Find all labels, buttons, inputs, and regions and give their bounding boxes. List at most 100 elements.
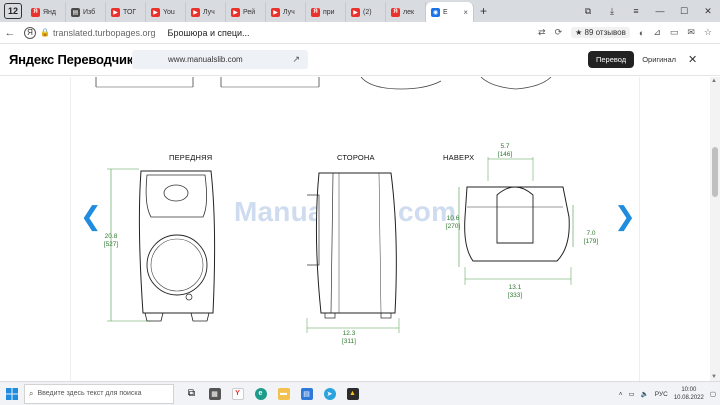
original-button[interactable]: Оригинал — [634, 51, 684, 68]
scroll-down-icon[interactable]: ▼ — [711, 374, 717, 380]
dim-top-height-right: 7.0 [179] — [583, 230, 599, 245]
tab-list-icon[interactable]: ⧉ — [576, 6, 600, 17]
clock-date: 10.08.2022 — [673, 395, 704, 401]
tab-favicon-icon: ▶ — [231, 7, 240, 17]
window-controls: ⧉ ⤓ ≡ — ☐ ✕ — [576, 0, 720, 22]
tab-label: ТОГ — [123, 8, 137, 16]
translation-button[interactable]: Перевод — [588, 51, 635, 68]
browser-tab[interactable]: Ялек — [386, 2, 426, 22]
tab-favicon-icon: ▶ — [351, 7, 360, 17]
browser-tab[interactable]: Япри — [306, 2, 346, 22]
mail-icon[interactable]: ✉ — [687, 27, 695, 38]
menu-icon[interactable]: ≡ — [624, 6, 648, 16]
browser-tab[interactable]: ▶ ТОГ — [106, 2, 146, 22]
language-indicator[interactable]: РУС — [655, 391, 668, 398]
lock-icon[interactable]: 🔒 — [40, 28, 50, 37]
tab-counter[interactable]: 12 — [4, 3, 22, 19]
translator-logo[interactable]: Яндекс Переводчик — [9, 52, 133, 67]
collections-icon[interactable]: ☆ — [704, 27, 712, 38]
browser-tab[interactable]: ▤ Изб — [66, 2, 106, 22]
task-view-icon[interactable]: ⧉ — [180, 382, 203, 405]
scroll-up-icon[interactable]: ▲ — [711, 78, 717, 84]
back-icon[interactable]: ← — [0, 27, 20, 39]
rating-badge[interactable]: ★ 89 отзывов — [571, 27, 630, 38]
external-link-icon[interactable]: ↗ — [292, 54, 300, 65]
tab-label: Рей — [243, 8, 256, 16]
tab-label: Луч — [283, 8, 295, 16]
browser-tab[interactable]: ▶ (2) — [346, 2, 386, 22]
windows-start-icon[interactable] — [6, 388, 18, 400]
page-title[interactable]: Брошюра и специ... — [168, 28, 250, 38]
search-icon: ⌕ — [29, 388, 34, 398]
browser-tab[interactable]: ▶ Луч — [266, 2, 306, 22]
extension-icon[interactable]: ▭ — [670, 27, 679, 38]
browser-tab[interactable]: ▶ Луч — [186, 2, 226, 22]
front-view-drawing — [107, 168, 216, 322]
tab-favicon-icon: ▶ — [151, 7, 160, 17]
download-icon[interactable]: ⤓ — [600, 6, 624, 17]
label-side: СТОРОНА — [337, 153, 375, 162]
clock-time: 10:00 — [681, 387, 697, 393]
telegram-icon[interactable]: ➤ — [318, 382, 341, 405]
browser-tab[interactable]: ▶ Рей — [226, 2, 266, 22]
dim-top-height-left: 10.6 [270] — [445, 215, 461, 230]
taskbar-search-placeholder: Введите здесь текст для поиска — [37, 390, 142, 397]
tab-close-icon[interactable]: × — [463, 8, 468, 17]
tab-label: Изб — [83, 8, 96, 16]
chevron-up-icon[interactable]: ˄ — [619, 391, 623, 398]
yandex-browser-icon[interactable]: Y — [226, 382, 249, 405]
prev-page-arrow[interactable]: ❮ — [80, 201, 102, 232]
app-icon[interactable]: ▲ — [341, 382, 364, 405]
dim-front-height: 20.8 [527] — [103, 233, 119, 248]
browser-tab[interactable]: ▶ You — [146, 2, 186, 22]
close-window-icon[interactable]: ✕ — [696, 6, 720, 17]
close-translator-icon[interactable]: ✕ — [688, 53, 697, 66]
clock[interactable]: 10:00 10.08.2022 — [674, 386, 704, 402]
notifications-icon[interactable]: ▢ — [710, 390, 716, 398]
tab-favicon-icon: ▶ — [191, 7, 200, 17]
scrollbar-thumb[interactable] — [712, 147, 718, 197]
volume-icon[interactable]: 🔈 — [641, 390, 649, 398]
dim-top-width-top: 5.7 [146] — [497, 143, 513, 158]
translate-icon[interactable]: ⇄ — [538, 27, 546, 38]
tab-label: (2) — [363, 8, 372, 16]
edge-icon[interactable]: e — [249, 382, 272, 405]
yandex-home-icon[interactable]: Я — [24, 26, 36, 39]
browser-tab[interactable]: Я Янд — [26, 2, 66, 22]
next-page-arrow[interactable]: ❯ — [614, 201, 636, 232]
bookmark-icon[interactable]: ⊿ — [653, 27, 661, 38]
vertical-scrollbar[interactable]: ▲ ▼ — [710, 77, 720, 381]
store-icon[interactable]: ▤ — [295, 382, 318, 405]
page-content: ManualsLib.com ПЕРЕДНЯЯ СТОРОНА НАВЕРХ 2… — [0, 77, 710, 381]
translator-bar: Яндекс Переводчик www.manualslib.com ↗ П… — [0, 44, 720, 76]
manual-page: ManualsLib.com ПЕРЕДНЯЯ СТОРОНА НАВЕРХ 2… — [70, 77, 640, 381]
minimize-icon[interactable]: — — [648, 6, 672, 16]
previous-figure-fragment — [95, 77, 552, 90]
network-icon[interactable]: ▭ — [629, 390, 635, 398]
tab-favicon-icon: Я — [391, 7, 400, 17]
label-front: ПЕРЕДНЯЯ — [169, 153, 213, 162]
tab-strip: 12 Я Янд ▤ Изб ▶ ТОГ ▶ You ▶ Луч ▶ Рей ▶ Луч Япри ▶ (2) Я… — [0, 0, 720, 22]
source-url-field[interactable]: www.manualslib.com ↗ — [132, 50, 308, 69]
reader-icon[interactable]: ◐ — [639, 28, 644, 38]
tab-label: Е — [443, 8, 448, 16]
new-tab-button[interactable]: + — [480, 4, 487, 18]
tab-favicon-icon: Я — [31, 7, 40, 17]
translation-toggle: Перевод Оригинал — [588, 51, 684, 68]
browser-tab[interactable]: ◉ Е × — [426, 2, 474, 22]
tab-label: You — [163, 8, 175, 16]
tab-favicon-icon: ◉ — [431, 7, 440, 17]
taskbar-search[interactable]: ⌕ Введите здесь текст для поиска — [24, 383, 174, 404]
maximize-icon[interactable]: ☐ — [672, 6, 696, 17]
dim-top-width-bottom: 13.1 [333] — [507, 284, 523, 299]
dim-side-width: 12.3 [311] — [342, 330, 356, 345]
url-text[interactable]: translated.turbopages.org — [53, 28, 156, 38]
sync-icon[interactable]: ⟳ — [555, 27, 563, 38]
system-tray: ˄ ▭ 🔈 РУС 10:00 10.08.2022 ▢ — [619, 382, 716, 405]
tab-label: при — [323, 8, 335, 16]
tab-label: Янд — [43, 8, 57, 16]
widgets-icon[interactable]: ▦ — [203, 382, 226, 405]
tab-favicon-icon: ▶ — [271, 7, 280, 17]
file-explorer-icon[interactable]: ▬ — [272, 382, 295, 405]
tab-favicon-icon: ▶ — [111, 7, 120, 17]
